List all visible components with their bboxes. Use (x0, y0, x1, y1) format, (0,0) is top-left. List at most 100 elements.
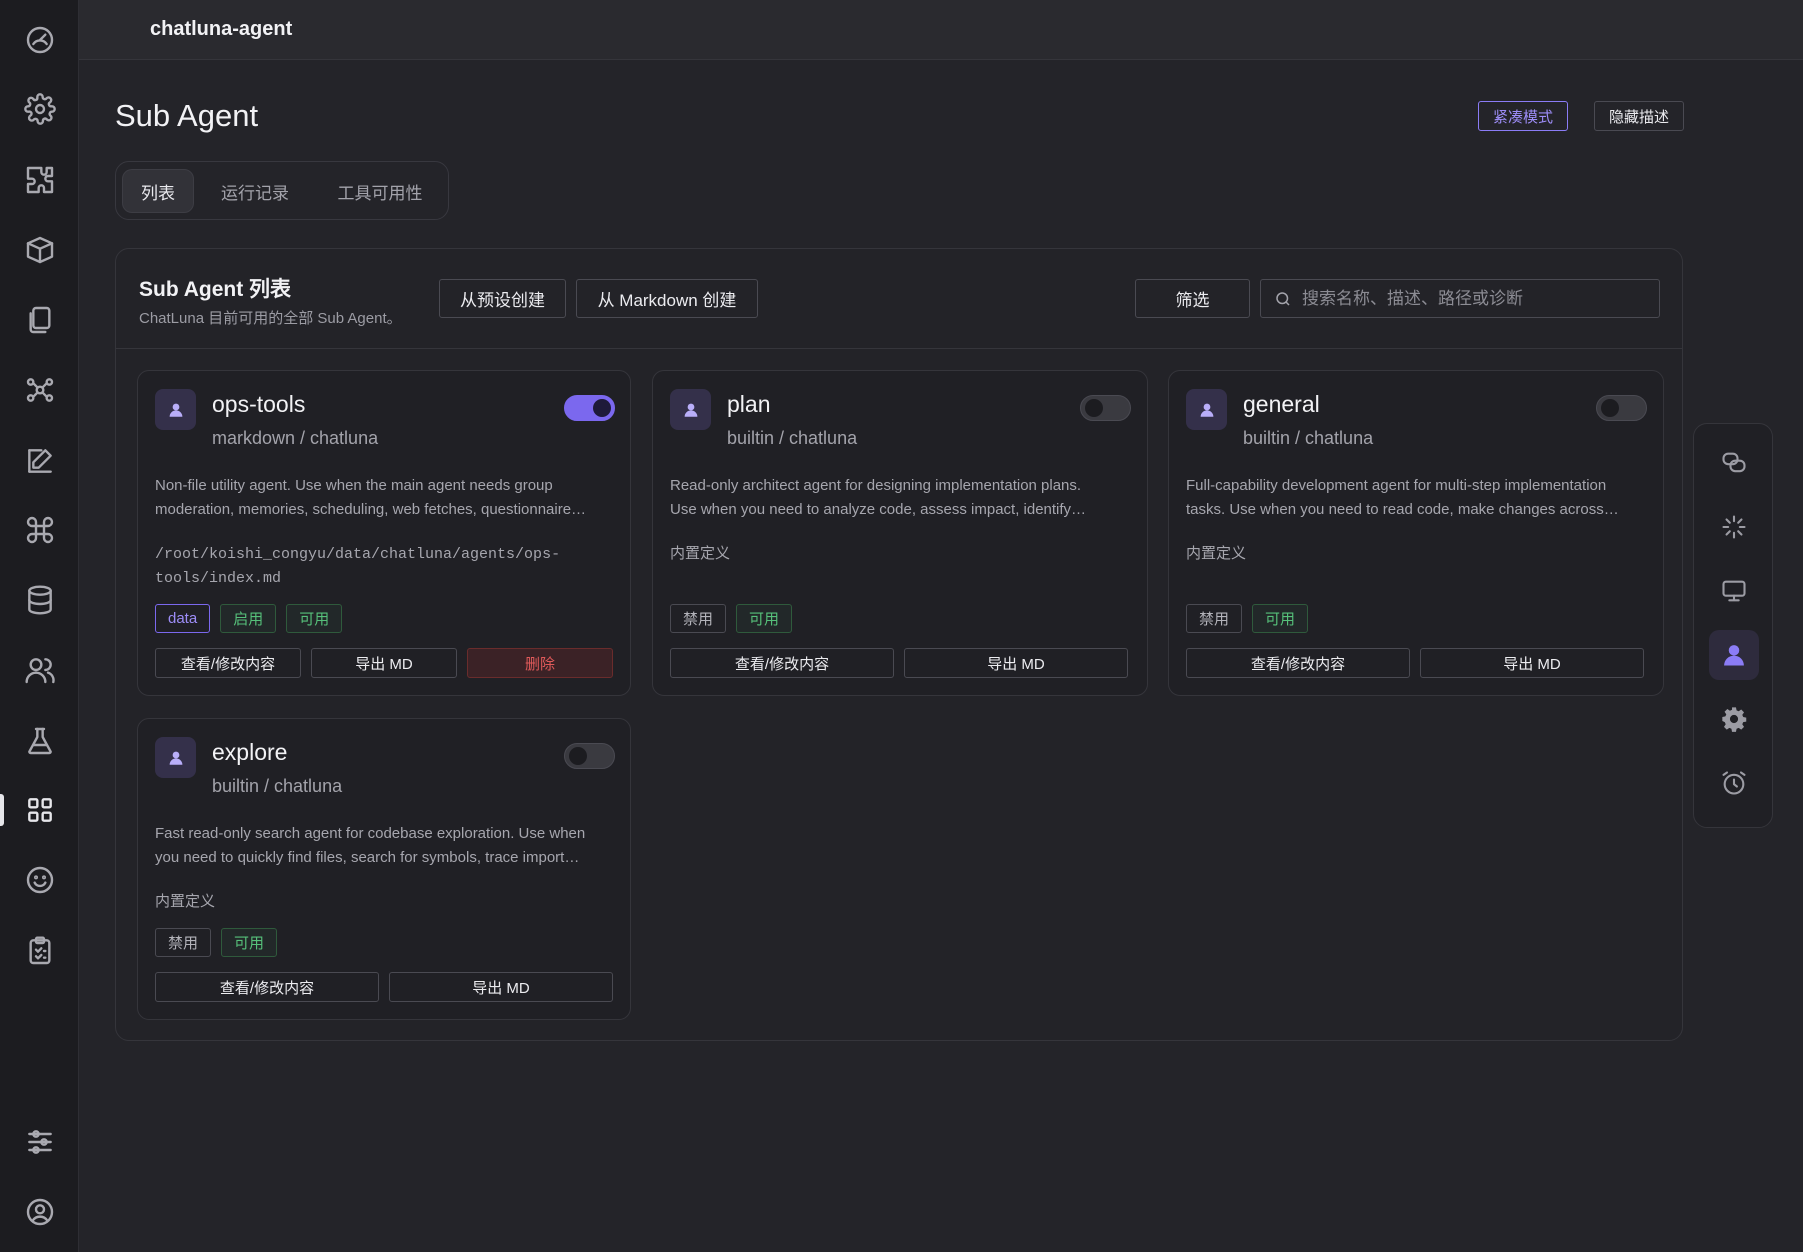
badge-disabled: 禁用 (1186, 604, 1243, 633)
export-md-button[interactable]: 导出 MD (904, 648, 1128, 678)
panel-header: Sub Agent 列表 ChatLuna 目前可用的全部 Sub Agent。… (116, 249, 1682, 349)
tab-bar: 列表 运行记录 工具可用性 (115, 161, 449, 220)
agent-avatar (1186, 389, 1227, 430)
agent-card-ops-tools: ops-tools markdown / chatluna Non-file u… (137, 370, 631, 696)
toggle-knob (1601, 399, 1619, 417)
clipboard-icon[interactable] (0, 923, 79, 979)
package-icon[interactable] (0, 222, 79, 278)
agent-name: plan (727, 391, 771, 417)
command-icon[interactable] (0, 502, 79, 558)
view-edit-button[interactable]: 查看/修改内容 (670, 648, 894, 678)
agent-name: explore (212, 739, 288, 765)
gear-icon[interactable] (1709, 694, 1759, 744)
chat-icon[interactable] (1709, 438, 1759, 488)
badge-available: 可用 (736, 604, 793, 633)
agent-avatar (155, 389, 196, 430)
dashboard-icon[interactable] (0, 12, 79, 68)
right-toolbar (1693, 423, 1773, 828)
agent-source: builtin / chatluna (212, 776, 343, 796)
user-icon (1200, 403, 1213, 417)
user-icon (169, 403, 182, 417)
toggle-knob (1085, 399, 1103, 417)
toggle-knob (569, 747, 587, 765)
sliders-icon[interactable] (0, 1114, 79, 1170)
tab-run-records[interactable]: 运行记录 (205, 169, 305, 213)
page-title: Sub Agent (115, 98, 259, 133)
agent-description: Non-file utility agent. Use when the mai… (155, 474, 615, 522)
files-icon[interactable] (0, 292, 79, 348)
hide-description-button[interactable]: 隐藏描述 (1594, 101, 1685, 131)
agent-path-line: 内置定义 (1186, 546, 1247, 563)
panel-subtitle: ChatLuna 目前可用的全部 Sub Agent。 (139, 310, 402, 327)
agent-card-general: general builtin / chatluna Full-capabili… (1168, 370, 1664, 696)
sub-agent-list-panel: Sub Agent 列表 ChatLuna 目前可用的全部 Sub Agent。… (115, 248, 1683, 1041)
database-icon[interactable] (0, 572, 79, 628)
agent-enable-toggle[interactable] (564, 743, 615, 769)
agent-description-line: moderation, memories, scheduling, web fe… (155, 501, 587, 518)
agent-avatar (670, 389, 711, 430)
agent-path: 内置定义 (155, 891, 215, 915)
agent-description-line: you need to quickly find files, search f… (155, 849, 580, 866)
export-md-button[interactable]: 导出 MD (389, 972, 613, 1002)
search-box (1260, 279, 1660, 318)
app-title: chatluna-agent (150, 18, 293, 40)
agent-card-plan: plan builtin / chatluna Read-only archit… (652, 370, 1148, 696)
network-icon[interactable] (0, 362, 79, 418)
export-md-button[interactable]: 导出 MD (1420, 648, 1644, 678)
monitor-icon[interactable] (1709, 566, 1759, 616)
agent-description: Fast read-only search agent for codebase… (155, 822, 615, 870)
user-icon[interactable] (1709, 630, 1759, 680)
agent-card-explore: explore builtin / chatluna Fast read-onl… (137, 718, 631, 1020)
badge-disabled: 禁用 (670, 604, 727, 633)
view-edit-button[interactable]: 查看/修改内容 (1186, 648, 1410, 678)
badge-available: 可用 (1252, 604, 1309, 633)
agent-badges: 禁用 可用 (155, 928, 278, 957)
agent-path: 内置定义 (670, 543, 730, 567)
apps-icon[interactable] (0, 782, 79, 838)
agent-avatar (155, 737, 196, 778)
tab-list[interactable]: 列表 (122, 169, 194, 213)
user-icon (684, 403, 697, 417)
view-edit-button[interactable]: 查看/修改内容 (155, 648, 301, 678)
account-icon[interactable] (0, 1184, 79, 1240)
edit-icon[interactable] (0, 433, 79, 489)
lab-icon[interactable] (0, 713, 79, 769)
tab-tool-availability[interactable]: 工具可用性 (317, 169, 443, 213)
agent-description-line: Full-capability development agent for mu… (1186, 477, 1607, 494)
badge-enabled: 启用 (220, 604, 277, 633)
filter-button[interactable]: 筛选 (1135, 279, 1250, 318)
top-bar: chatluna-agent (79, 0, 1803, 60)
agent-name: ops-tools (212, 391, 306, 417)
create-from-markdown-button[interactable]: 从 Markdown 创建 (576, 279, 758, 318)
agent-name: general (1243, 391, 1320, 417)
agent-description: Read-only architect agent for designing … (670, 474, 1132, 522)
create-from-preset-button[interactable]: 从预设创建 (439, 279, 566, 318)
agent-description-line: Use when you need to analyze code, asses… (670, 501, 1087, 518)
search-input[interactable] (1302, 288, 1642, 309)
plugin-icon[interactable] (0, 152, 79, 208)
agent-source: markdown / chatluna (212, 428, 379, 448)
agent-enable-toggle[interactable] (1596, 395, 1647, 421)
view-edit-button[interactable]: 查看/修改内容 (155, 972, 379, 1002)
search-icon (1276, 291, 1290, 306)
loading-icon[interactable] (1709, 502, 1759, 552)
alarm-icon[interactable] (1709, 758, 1759, 808)
users-icon[interactable] (0, 642, 79, 698)
agent-enable-toggle[interactable] (1080, 395, 1131, 421)
agent-description-line: Read-only architect agent for designing … (670, 477, 1082, 494)
agent-enable-toggle[interactable] (564, 395, 615, 421)
compact-mode-button[interactable]: 紧凑模式 (1478, 101, 1569, 131)
agent-source: builtin / chatluna (1243, 428, 1374, 448)
agent-path-line: tools/index.md (155, 570, 282, 587)
agent-source: builtin / chatluna (727, 428, 858, 448)
emoji-icon[interactable] (0, 852, 79, 908)
settings-icon[interactable] (0, 81, 79, 137)
badge-available: 可用 (286, 604, 343, 633)
delete-button[interactable]: 删除 (467, 648, 613, 678)
agent-path-line: 内置定义 (155, 894, 216, 911)
agent-description-line: Non-file utility agent. Use when the mai… (155, 477, 553, 494)
agent-description-line: tasks. Use when you need to read code, m… (1186, 501, 1619, 518)
export-md-button[interactable]: 导出 MD (311, 648, 457, 678)
agent-badges: 禁用 可用 (1186, 604, 1309, 633)
agent-badges: 禁用 可用 (670, 604, 793, 633)
